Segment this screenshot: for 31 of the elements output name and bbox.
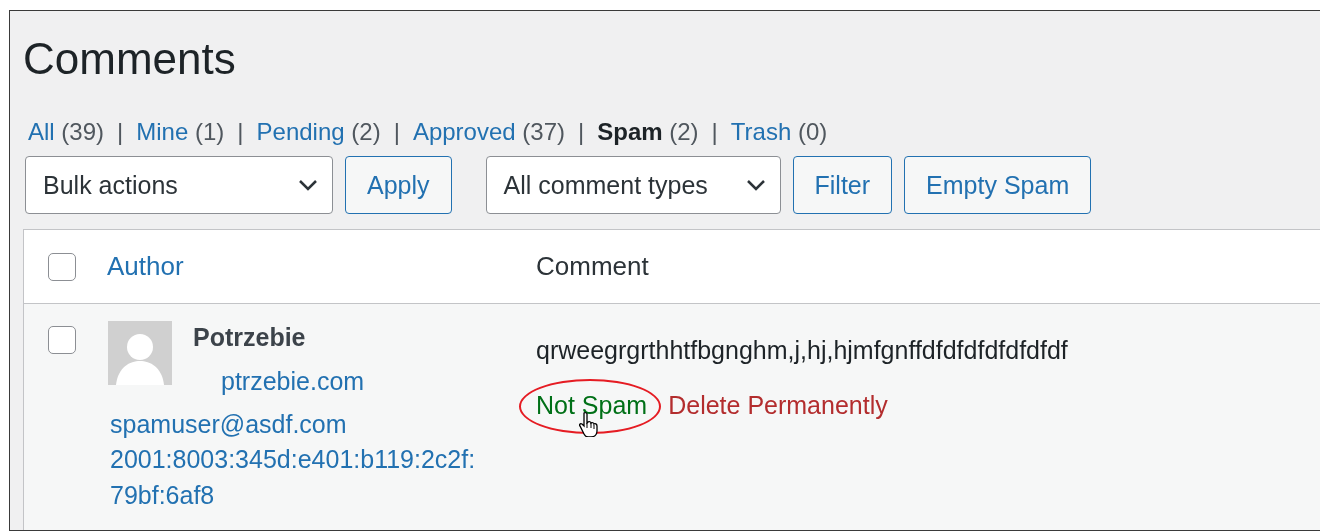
separator: | <box>117 118 124 146</box>
dropdown[interactable]: All comment types <box>485 156 781 214</box>
chevron-down-icon <box>298 179 318 191</box>
button[interactable]: Empty Spam <box>904 156 1092 214</box>
separator: | <box>578 118 585 146</box>
column-header: Comment <box>536 251 649 281</box>
filter-link[interactable]: Approved (37) <box>412 118 565 146</box>
filter-link[interactable]: Pending (2) <box>256 118 381 146</box>
avatar-icon <box>108 321 172 385</box>
author-url-link[interactable]: ptrzebie.com <box>221 367 365 396</box>
separator: | <box>393 118 400 146</box>
filter-link[interactable]: Trash (0) <box>730 118 828 146</box>
button[interactable]: Filter <box>792 156 893 214</box>
comment-text: qrweegrgrthhtfbgnghm,j,hj,hjmfgnffdfdfdfdfdfdfdf <box>536 336 1068 365</box>
not-spam-link[interactable]: Not Spam <box>536 391 648 419</box>
filter-link[interactable]: Spam (2) <box>597 118 699 146</box>
checkbox[interactable] <box>48 326 76 354</box>
email-link[interactable]: spamuser@asdf.com <box>110 410 347 439</box>
separator: | <box>237 118 244 146</box>
checkbox[interactable] <box>48 252 76 281</box>
ip-address-link[interactable]: 2001:8003:345d:e401:b119:2c2f:79bf:6af8 <box>110 441 485 513</box>
author-name: Potrzebie <box>193 323 307 352</box>
filter-link[interactable]: Mine (1) <box>136 118 225 146</box>
column-header[interactable]: Author <box>107 251 184 281</box>
page-title: Comments <box>22 33 237 73</box>
chevron-down-icon <box>745 179 766 191</box>
separator: | <box>711 118 718 146</box>
filter-link[interactable]: All (39) <box>28 118 105 146</box>
dropdown[interactable]: Bulk actions <box>25 156 333 214</box>
delete-link[interactable]: Delete Permanently <box>668 391 888 420</box>
button[interactable]: Apply <box>345 156 452 214</box>
